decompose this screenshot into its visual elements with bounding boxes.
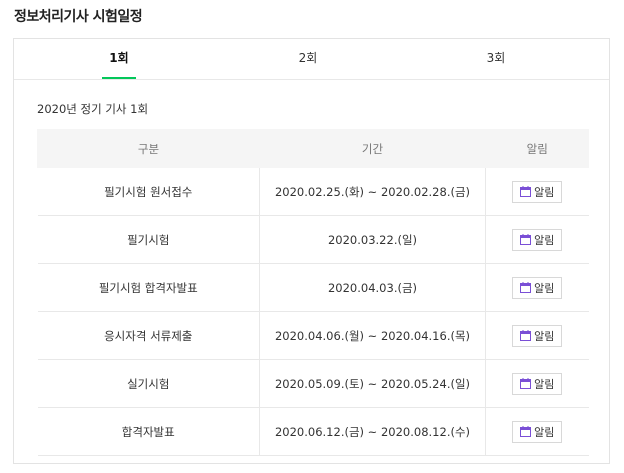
alarm-button[interactable]: 알림 xyxy=(512,324,563,347)
row-period: 2020.04.03.(금) xyxy=(259,263,486,312)
row-alarm-cell: 알림 xyxy=(485,407,589,456)
calendar-icon xyxy=(520,282,532,293)
column-header-period: 기간 xyxy=(259,129,486,168)
schedule-table: 구분 기간 알림 필기시험 원서접수 2020.02.25.(화) ~ 2020… xyxy=(37,129,589,456)
row-category: 필기시험 원서접수 xyxy=(37,168,260,216)
row-period: 2020.03.22.(일) xyxy=(259,215,486,264)
table-row: 응시자격 서류제출 2020.04.06.(월) ~ 2020.04.16.(목… xyxy=(37,311,589,360)
table-row: 필기시험 원서접수 2020.02.25.(화) ~ 2020.02.28.(금… xyxy=(37,168,589,216)
alarm-button[interactable]: 알림 xyxy=(512,228,563,251)
alarm-button[interactable]: 알림 xyxy=(512,372,563,395)
alarm-button-label: 알림 xyxy=(534,329,555,343)
tab-label: 1회 xyxy=(109,51,129,65)
calendar-icon xyxy=(520,426,532,437)
row-alarm-cell: 알림 xyxy=(485,215,589,264)
schedule-subtitle: 2020년 정기 기사 1회 xyxy=(37,102,149,116)
tab-label: 2회 xyxy=(298,51,318,65)
alarm-button-label: 알림 xyxy=(534,281,555,295)
column-header-category: 구분 xyxy=(37,129,260,168)
table-row: 합격자발표 2020.06.12.(금) ~ 2020.08.12.(수) 알림 xyxy=(37,407,589,456)
alarm-button[interactable]: 알림 xyxy=(512,276,563,299)
page-title: 정보처리기사 시험일정 xyxy=(14,9,143,25)
round-tabs: 1회 2회 3회 xyxy=(14,39,609,80)
calendar-icon xyxy=(520,330,532,341)
row-period: 2020.05.09.(토) ~ 2020.05.24.(일) xyxy=(259,359,486,408)
table-row: 필기시험 2020.03.22.(일) 알림 xyxy=(37,215,589,264)
row-period: 2020.02.25.(화) ~ 2020.02.28.(금) xyxy=(259,168,486,216)
row-alarm-cell: 알림 xyxy=(485,263,589,312)
row-category: 실기시험 xyxy=(37,359,260,408)
tab-round-1[interactable]: 1회 xyxy=(102,39,136,79)
column-header-alarm: 알림 xyxy=(485,129,589,168)
alarm-button-label: 알림 xyxy=(534,233,555,247)
table-header-row: 구분 기간 알림 xyxy=(37,129,589,168)
row-period: 2020.04.06.(월) ~ 2020.04.16.(목) xyxy=(259,311,486,360)
calendar-icon xyxy=(520,234,532,245)
tab-label: 3회 xyxy=(486,51,506,65)
calendar-icon xyxy=(520,186,532,197)
row-category: 응시자격 서류제출 xyxy=(37,311,260,360)
table-row: 필기시험 합격자발표 2020.04.03.(금) 알림 xyxy=(37,263,589,312)
row-alarm-cell: 알림 xyxy=(485,359,589,408)
active-tab-indicator xyxy=(102,77,136,79)
alarm-button-label: 알림 xyxy=(534,425,555,439)
alarm-button[interactable]: 알림 xyxy=(512,420,563,443)
exam-schedule-panel: 1회 2회 3회 2020년 정기 기사 1회 구분 기간 알림 필기시험 원서… xyxy=(13,38,610,464)
row-alarm-cell: 알림 xyxy=(485,168,589,216)
row-category: 필기시험 합격자발표 xyxy=(37,263,260,312)
row-alarm-cell: 알림 xyxy=(485,311,589,360)
row-category: 합격자발표 xyxy=(37,407,260,456)
alarm-button-label: 알림 xyxy=(534,377,555,391)
table-row: 실기시험 2020.05.09.(토) ~ 2020.05.24.(일) 알림 xyxy=(37,359,589,408)
tab-round-3[interactable]: 3회 xyxy=(482,39,510,79)
alarm-button-label: 알림 xyxy=(534,185,555,199)
calendar-icon xyxy=(520,378,532,389)
row-category: 필기시험 xyxy=(37,215,260,264)
tab-round-2[interactable]: 2회 xyxy=(294,39,322,79)
row-period: 2020.06.12.(금) ~ 2020.08.12.(수) xyxy=(259,407,486,456)
alarm-button[interactable]: 알림 xyxy=(512,180,563,203)
